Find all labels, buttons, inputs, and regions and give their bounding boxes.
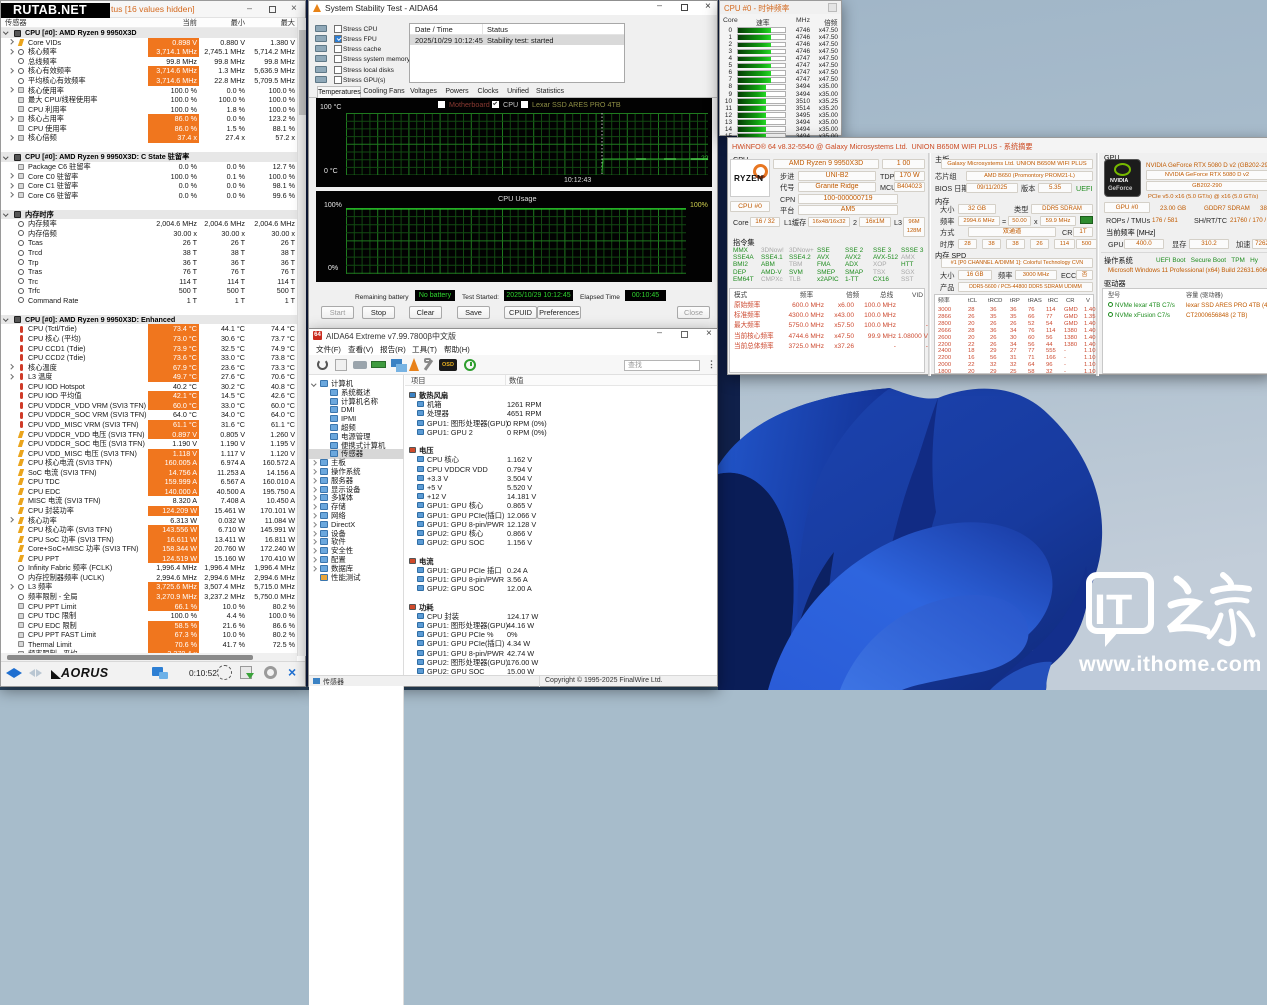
svg-text:www.ithome.com: www.ithome.com [1078, 652, 1260, 676]
svg-text:IT: IT [1094, 586, 1132, 634]
